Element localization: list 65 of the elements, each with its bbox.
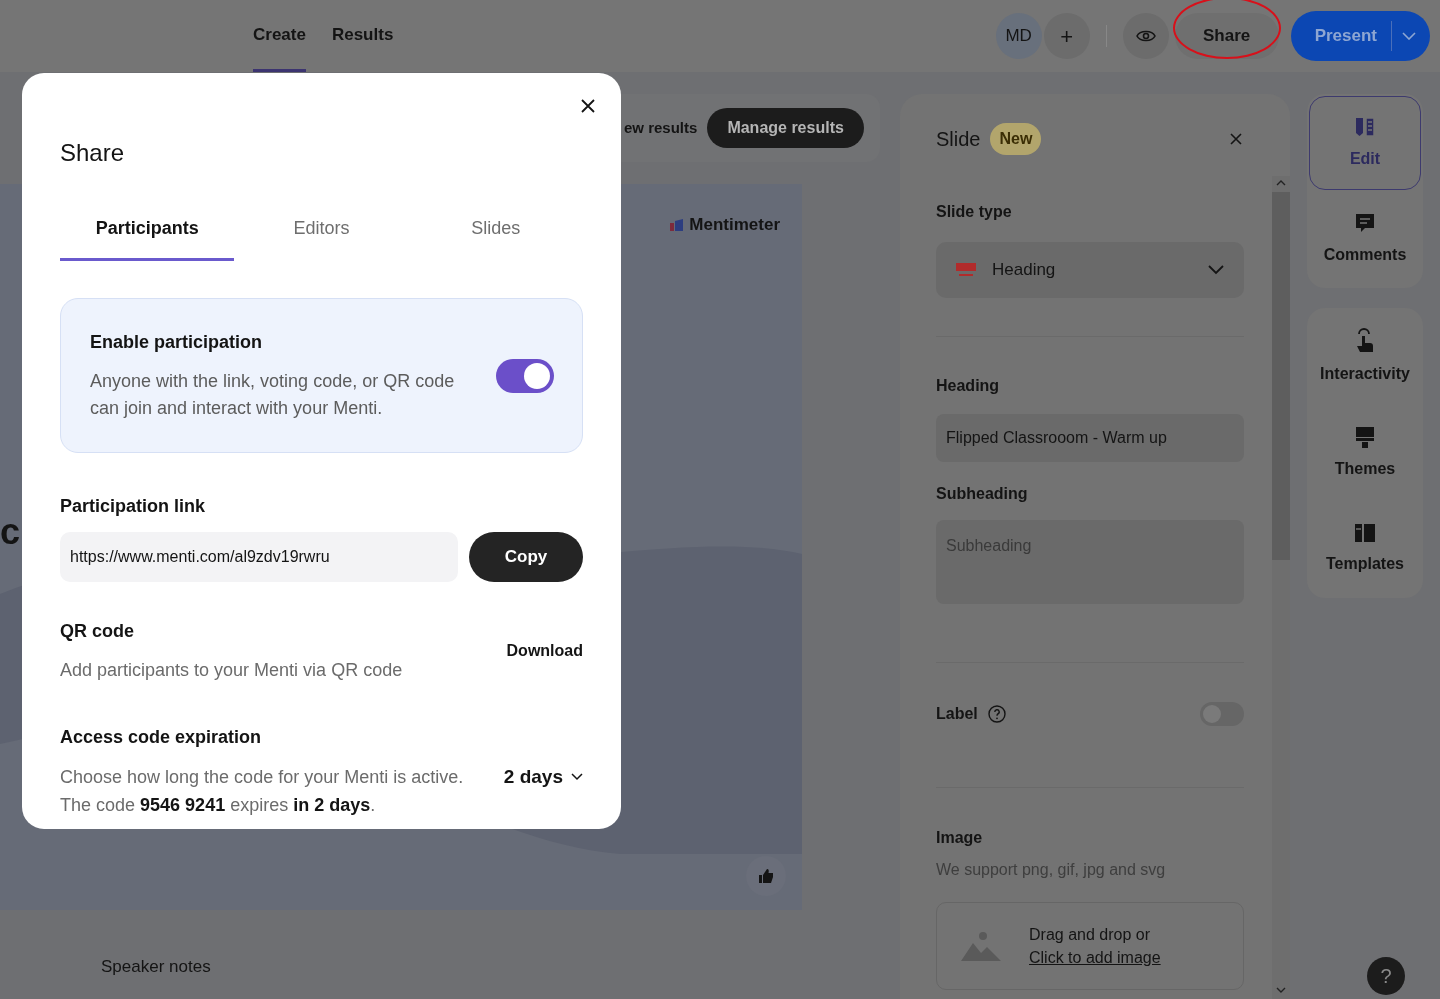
toggle-switch[interactable] xyxy=(496,358,554,393)
dialog-tab[interactable]: Participants xyxy=(60,199,235,261)
edit-icon xyxy=(1353,115,1377,139)
image-icon xyxy=(961,931,1001,961)
dialog-tab[interactable]: Slides xyxy=(408,199,583,261)
rail-button[interactable]: Templates xyxy=(1309,502,1421,596)
scroll-up-icon xyxy=(1276,180,1286,186)
rail-button[interactable]: Themes xyxy=(1309,406,1421,500)
section-title: QR code xyxy=(60,620,135,643)
dialog-tab[interactable]: Editors xyxy=(234,199,409,261)
reaction-button[interactable] xyxy=(746,856,786,896)
card-title: Enable participation xyxy=(90,331,264,354)
link-field[interactable]: https://www.menti.com/al9zdv19rwru xyxy=(60,532,458,582)
preview-button[interactable] xyxy=(1122,13,1169,59)
card-description: Anyone with the link, voting code, or QR code can join and interact with your Menti. xyxy=(90,370,456,420)
add-collaborator-button[interactable]: + xyxy=(1043,13,1090,59)
download-link[interactable]: Download xyxy=(506,639,583,663)
slide-heading: c xyxy=(0,514,21,550)
logo-icon xyxy=(670,218,684,231)
section-title: Participation link xyxy=(60,495,207,518)
manage-results-button[interactable]: Manage results xyxy=(707,108,864,148)
rail-button[interactable]: Comments xyxy=(1309,192,1421,286)
speaker-notes-label[interactable]: Speaker notes xyxy=(101,954,900,980)
close-icon xyxy=(1230,133,1242,145)
field-label: Heading xyxy=(936,376,1001,396)
close-button[interactable] xyxy=(579,97,597,115)
scroll-down-icon xyxy=(1276,987,1286,993)
slide-type-select[interactable]: Heading xyxy=(936,242,1244,298)
section-title: Access code expiration xyxy=(60,726,263,749)
help-button[interactable]: ? xyxy=(1367,957,1405,995)
add-image-link[interactable]: Click to add image xyxy=(1029,946,1161,969)
field-label: Subheading xyxy=(936,484,1029,504)
heading-input[interactable]: Flipped Classrooom - Warm up xyxy=(936,414,1244,462)
section-description: Choose how long the code for your Menti is active. xyxy=(60,766,465,789)
copy-button[interactable]: Copy xyxy=(469,532,583,582)
expiration-select[interactable]: 2 days xyxy=(503,763,583,792)
close-icon xyxy=(581,99,595,113)
nav-tab[interactable]: Results xyxy=(331,0,394,72)
field-label: Image xyxy=(936,828,984,848)
code-expiry-text: The code 9546 9241 expires in 2 days. xyxy=(60,794,377,817)
dialog-title: Share xyxy=(60,141,126,165)
chevron-down-icon xyxy=(1402,32,1416,40)
field-label: Label xyxy=(936,704,978,724)
panel-title: Slide xyxy=(936,127,981,152)
new-badge: New xyxy=(990,123,1042,155)
field-label: Slide type xyxy=(936,202,1013,222)
chevron-down-icon xyxy=(1208,265,1224,275)
help-icon xyxy=(987,705,1006,723)
share-button[interactable]: Share xyxy=(1174,13,1279,59)
rail-button[interactable]: Edit xyxy=(1309,96,1421,190)
paint-roller-icon xyxy=(1354,425,1376,449)
rail-button[interactable]: Interactivity xyxy=(1309,310,1421,404)
present-button[interactable]: Present xyxy=(1290,11,1391,61)
user-avatar[interactable]: MD xyxy=(995,13,1042,59)
templates-icon xyxy=(1354,522,1376,544)
dropzone-text: Drag and drop or xyxy=(1029,925,1151,945)
view-results-link[interactable]: ew results xyxy=(624,116,698,140)
image-dropzone[interactable]: Drag and drop or Click to add image xyxy=(936,902,1244,990)
thumbs-up-icon xyxy=(758,869,774,883)
chevron-down-icon xyxy=(571,773,583,782)
eye-icon xyxy=(1135,29,1156,43)
section-description: Add participants to your Menti via QR code xyxy=(60,659,404,682)
comment-icon xyxy=(1353,211,1377,235)
logo-text: Mentimeter xyxy=(689,214,780,236)
heading-slide-icon xyxy=(956,263,976,277)
